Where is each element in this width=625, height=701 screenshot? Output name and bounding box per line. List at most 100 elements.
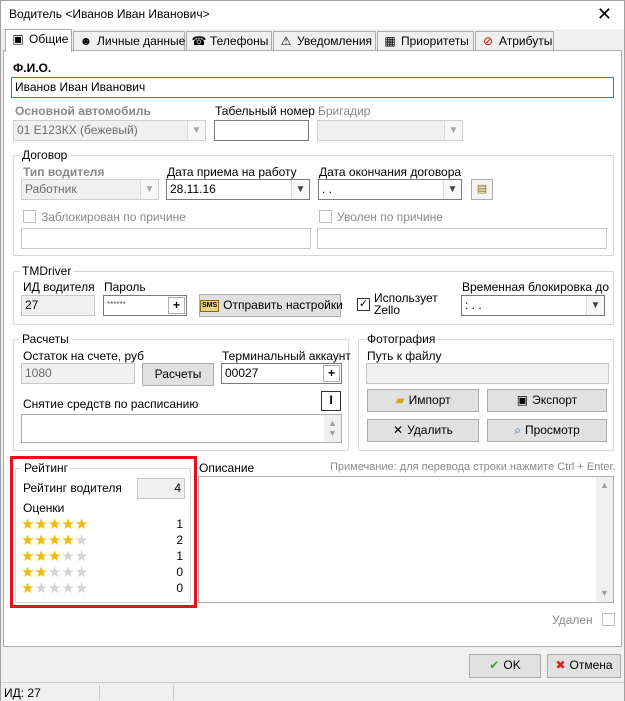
tab-general[interactable]: ▣ Общие (5, 29, 72, 52)
title-bar: Водитель <Иванов Иван Иванович> ✕ (1, 1, 624, 29)
person-icon: ☻ (79, 34, 93, 48)
contract-end-label: Дата окончания договора (319, 165, 462, 179)
close-icon[interactable]: ✕ (597, 4, 612, 24)
car-select[interactable]: 01 Е123КХ (бежевый) ▼ (13, 120, 206, 141)
brigadir-select[interactable]: ▼ (317, 120, 463, 141)
send-settings-button[interactable]: SMS Отправить настройки (199, 294, 343, 317)
photo-path-label: Путь к файлу (367, 349, 442, 363)
hire-date-picker[interactable]: 28.11.16 ▼ (166, 179, 310, 200)
folder-icon: ▰ (395, 393, 405, 407)
fired-reason-field[interactable] (317, 228, 607, 249)
delete-photo-button[interactable]: ✕ Удалить (367, 419, 479, 442)
tab-label: Уведомления (297, 34, 373, 48)
scroll-up-icon[interactable]: ▲ (596, 477, 613, 494)
delete-icon: ✕ (393, 423, 404, 437)
window-title: Водитель <Иванов Иван Иванович> (9, 7, 210, 21)
status-id: ИД: 27 (4, 686, 41, 700)
contract-calendar-button[interactable]: ▤ (471, 179, 493, 200)
fio-field[interactable]: Иванов Иван Иванович (11, 77, 614, 98)
driver-window: Водитель <Иванов Иван Иванович> ✕ ▣ Общие… (0, 0, 625, 701)
tab-label: Атрибуты (499, 34, 553, 48)
view-photo-button[interactable]: ⌕ Просмотр (487, 419, 607, 442)
sms-icon: SMS (200, 299, 220, 312)
terminal-add-button[interactable]: + (323, 365, 340, 382)
save-icon: ▣ (516, 393, 529, 407)
delete-photo-label: Удалить (407, 423, 453, 437)
scrollbar[interactable]: ▲ ▼ (596, 477, 613, 602)
tab-notifications[interactable]: ⚠ Уведомления (273, 31, 376, 51)
export-label: Экспорт (532, 393, 578, 407)
password-label: Пароль (104, 280, 146, 294)
balance-field[interactable]: 1080 (21, 363, 135, 384)
description-label: Описание (199, 461, 255, 475)
driver-id-field[interactable]: 27 (21, 295, 95, 316)
tab-label: Приоритеты (401, 34, 469, 48)
blocked-label: Заблокирован по причине (41, 210, 186, 224)
schedule-textarea[interactable]: ▲ ▼ (21, 414, 342, 443)
phone-icon: ☎ (191, 34, 207, 48)
car-value: 01 Е123КХ (бежевый) (17, 123, 138, 137)
contract-group-title: Договор (20, 148, 70, 162)
scroll-down-icon[interactable]: ▼ (324, 425, 341, 442)
description-textarea[interactable]: ▲ ▼ (198, 476, 614, 603)
chevron-down-icon: ▼ (291, 180, 309, 199)
driver-type-value: Работник (25, 182, 77, 196)
import-label: Импорт (408, 393, 451, 407)
cancel-label: Отмена (569, 658, 613, 672)
contract-end-value: . . (322, 182, 333, 196)
zello-checkbox[interactable]: ✓ (357, 298, 370, 311)
temp-block-value: : . . (465, 298, 482, 312)
deleted-label: Удален (552, 613, 593, 627)
temp-block-label: Временная блокировка до (462, 280, 610, 294)
cancel-icon: ✖ (555, 658, 566, 672)
tabel-field[interactable] (214, 120, 309, 141)
chart-icon: ▦ (384, 34, 396, 48)
blocked-reason-field[interactable] (21, 228, 311, 249)
chevron-down-icon: ▼ (586, 296, 604, 315)
tab-attributes[interactable]: ⊘ Атрибуты (475, 31, 554, 51)
driver-type-select[interactable]: Работник ▼ (21, 179, 159, 200)
deleted-checkbox[interactable] (602, 613, 615, 626)
hire-date-value: 28.11.16 (170, 182, 216, 196)
send-settings-label: Отправить настройки (223, 298, 343, 312)
tab-personal[interactable]: ☻ Личные данные (73, 31, 185, 51)
driver-type-label: Тип водителя (23, 165, 105, 179)
cancel-button[interactable]: ✖ Отмена (547, 654, 621, 678)
password-generate-button[interactable]: + (168, 297, 185, 314)
scroll-down-icon[interactable]: ▼ (596, 585, 613, 602)
chevron-down-icon: ▼ (443, 180, 461, 199)
driver-id-label: ИД водителя (23, 280, 95, 294)
chevron-down-icon: ▼ (187, 121, 205, 140)
temp-block-picker[interactable]: : . . ▼ (461, 295, 605, 316)
checkmark-icon: ✔ (489, 658, 500, 672)
ok-label: OK (503, 658, 521, 672)
highlight-box (10, 456, 197, 608)
chevron-down-icon: ▼ (140, 180, 158, 199)
tabel-label: Табельный номер (215, 104, 315, 118)
scrollbar[interactable]: ▲ ▼ (324, 415, 341, 442)
import-button[interactable]: ▰ Импорт (367, 389, 479, 412)
export-button[interactable]: ▣ Экспорт (487, 389, 607, 412)
tab-phones[interactable]: ☎ Телефоны (186, 31, 272, 51)
terminal-account-label: Терминальный аккаунт (222, 349, 351, 363)
tab-label: Телефоны (210, 34, 269, 48)
contract-document-icon: ▤ (476, 183, 488, 195)
fired-checkbox[interactable] (319, 210, 332, 223)
chevron-down-icon: ▼ (444, 121, 462, 140)
contract-end-picker[interactable]: . . ▼ (318, 179, 462, 200)
photo-group-title: Фотография (365, 332, 438, 346)
ok-button[interactable]: ✔ OK (469, 654, 541, 678)
schedule-label: Снятие средств по расписанию (23, 397, 199, 411)
description-hint: Примечание: для перевода строки нажмите … (330, 461, 616, 473)
status-separator (99, 685, 100, 700)
fio-label: Ф.И.О. (13, 61, 52, 75)
schedule-edit-icon[interactable]: I (321, 391, 341, 411)
car-label: Основной автомобиль (15, 104, 151, 118)
blocked-checkbox[interactable] (23, 210, 36, 223)
payments-group-title: Расчеты (20, 332, 71, 346)
photo-path-field[interactable] (366, 363, 609, 384)
status-separator (173, 685, 174, 700)
tab-priorities[interactable]: ▦ Приоритеты (377, 31, 474, 51)
calculations-button[interactable]: Расчеты (142, 363, 214, 386)
tab-label: Личные данные (97, 34, 186, 48)
